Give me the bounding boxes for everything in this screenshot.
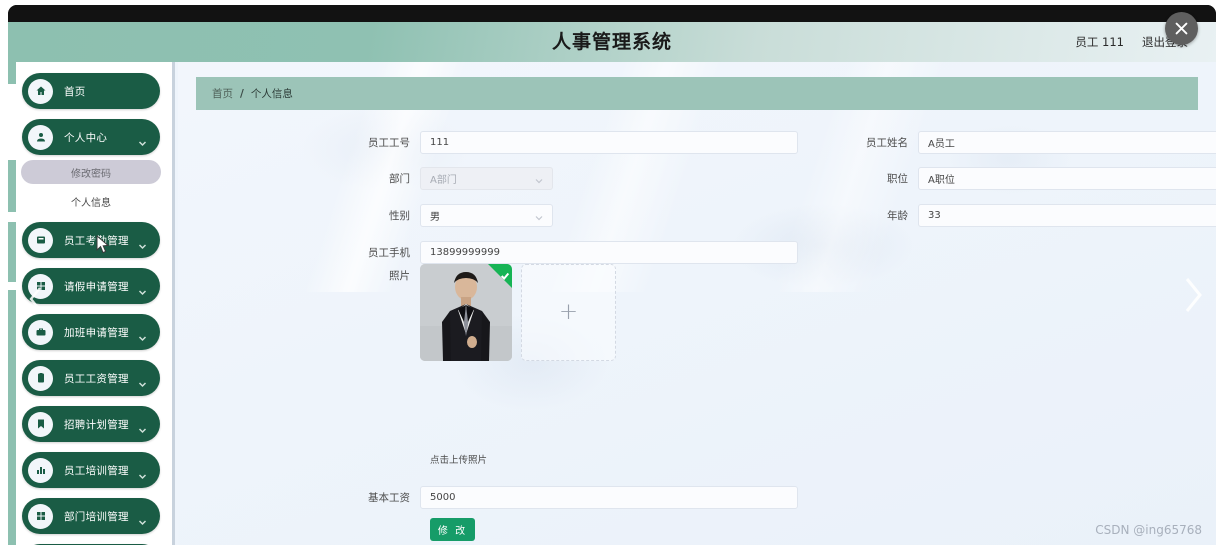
- employee-name-input[interactable]: A员工: [918, 131, 1216, 154]
- clipboard-icon: [28, 227, 53, 253]
- sidebar-item-label: 加班申请管理: [64, 326, 129, 339]
- field-label: 员工工号: [368, 137, 410, 149]
- user-icon: [28, 124, 53, 150]
- content-expand-button[interactable]: [1178, 274, 1202, 312]
- field-employee-name: 员工姓名 A员工: [864, 131, 1216, 154]
- sidebar-collapse-button[interactable]: [25, 284, 47, 314]
- chevron-down-icon: [138, 282, 147, 296]
- field-label: 性别: [389, 210, 410, 222]
- app-title: 人事管理系统: [551, 31, 672, 53]
- sidebar-item-label: 员工培训管理: [64, 464, 129, 477]
- field-label: 员工姓名: [866, 137, 908, 149]
- sidebar: 首页 个人中心 修改密码 个人信息 员工考勤管理 请假申请管理 加班申请管理 员…: [8, 62, 175, 545]
- field-gender: 性别 男: [366, 204, 553, 227]
- main-content: 首页 / 个人信息 员工工号 111 员工姓名 A员工 部门 A部门 职位 A职…: [178, 62, 1216, 545]
- sidebar-item-attendance[interactable]: 员工考勤管理: [22, 222, 160, 258]
- chevron-down-icon: [138, 420, 147, 434]
- field-label: 员工手机: [368, 247, 410, 259]
- sidebar-subitem-change-password[interactable]: 修改密码: [21, 160, 161, 184]
- chevron-down-icon: [138, 374, 147, 388]
- phone-input[interactable]: 13899999999: [420, 241, 798, 264]
- field-salary: 基本工资 5000: [366, 486, 798, 509]
- chevron-down-icon: [535, 176, 543, 183]
- close-glyph: [1175, 22, 1188, 35]
- app-header: 人事管理系统 员工 111 退出登录: [8, 22, 1216, 62]
- field-label: 基本工资: [368, 492, 410, 504]
- field-label: 年龄: [887, 210, 908, 222]
- sidebar-subitem-label: 个人信息: [71, 197, 111, 209]
- gender-select[interactable]: 男: [420, 204, 553, 227]
- sidebar-subitem-label: 修改密码: [71, 168, 111, 180]
- sidebar-item-home[interactable]: 首页: [22, 73, 160, 109]
- age-input[interactable]: 33: [918, 204, 1216, 227]
- breadcrumb-home[interactable]: 首页: [212, 86, 233, 101]
- chevron-down-icon: [138, 466, 147, 480]
- sidebar-item-label: 个人中心: [64, 131, 108, 144]
- save-button[interactable]: 修 改: [430, 518, 475, 541]
- chevron-down-icon: [138, 133, 147, 147]
- chevron-down-icon: [138, 512, 147, 526]
- sidebar-accent: [8, 160, 16, 212]
- chevron-down-icon: [138, 236, 147, 250]
- close-icon[interactable]: [1165, 12, 1198, 45]
- sidebar-item-recruitment-plan[interactable]: 招聘计划管理: [22, 406, 160, 442]
- bookmark-icon: [28, 411, 53, 437]
- sidebar-item-label: 员工工资管理: [64, 372, 129, 385]
- department-select[interactable]: A部门: [420, 167, 553, 190]
- sidebar-item-label: 员工考勤管理: [64, 234, 129, 247]
- employee-no-input[interactable]: 111: [420, 131, 798, 154]
- photo-upload-hint: 点击上传照片: [430, 455, 488, 466]
- sidebar-item-label: 首页: [64, 85, 86, 98]
- sidebar-accent: [8, 290, 16, 545]
- sidebar-item-employee-training[interactable]: 员工培训管理: [22, 452, 160, 488]
- sidebar-item-label: 请假申请管理: [64, 280, 129, 293]
- gender-select-value: 男: [430, 212, 440, 223]
- position-input[interactable]: A职位: [918, 167, 1216, 190]
- sidebar-item-department-training[interactable]: 部门培训管理: [22, 498, 160, 534]
- field-employee-no: 员工工号 111: [366, 131, 798, 154]
- sidebar-item-personal-center[interactable]: 个人中心: [22, 119, 160, 155]
- field-label: 职位: [887, 173, 908, 185]
- sidebar-item-salary[interactable]: 员工工资管理: [22, 360, 160, 396]
- field-department: 部门 A部门: [366, 167, 553, 190]
- personal-info-form: 员工工号 111 员工姓名 A员工 部门 A部门 职位 A职位 性别 男 年龄 …: [178, 122, 1216, 542]
- grid-icon: [28, 503, 53, 529]
- current-user-label: 员工 111: [1075, 35, 1124, 49]
- field-label: 部门: [389, 173, 410, 185]
- breadcrumb: 首页 / 个人信息: [196, 77, 1198, 110]
- bars-icon: [28, 457, 53, 483]
- sidebar-item-overtime-request[interactable]: 加班申请管理: [22, 314, 160, 350]
- sidebar-item-label: 招聘计划管理: [64, 418, 129, 431]
- sidebar-item-label: 部门培训管理: [64, 510, 129, 523]
- breadcrumb-separator: /: [240, 87, 244, 100]
- briefcase-icon: [28, 319, 53, 345]
- field-phone: 员工手机 13899999999: [366, 241, 798, 264]
- chevron-down-icon: [138, 328, 147, 342]
- watermark: CSDN @ing65768: [1095, 523, 1202, 537]
- body-area: 首页 个人中心 修改密码 个人信息 员工考勤管理 请假申请管理 加班申请管理 员…: [8, 62, 1216, 545]
- app-window: 人事管理系统 员工 111 退出登录 首页 个人中心 修改密码 个人信息 员工考…: [8, 5, 1216, 545]
- document-icon: [28, 365, 53, 391]
- chevron-down-icon: [535, 213, 543, 220]
- field-age: 年龄 33: [864, 204, 1216, 227]
- window-titlebar: [8, 5, 1216, 22]
- breadcrumb-current: 个人信息: [250, 88, 293, 100]
- salary-input[interactable]: 5000: [420, 486, 798, 509]
- sidebar-subitem-personal-info[interactable]: 个人信息: [21, 189, 161, 213]
- department-select-value: A部门: [430, 175, 457, 186]
- sidebar-accent: [8, 222, 16, 282]
- field-position: 职位 A职位: [864, 167, 1216, 190]
- sidebar-accent: [8, 62, 16, 84]
- home-icon: [28, 78, 53, 104]
